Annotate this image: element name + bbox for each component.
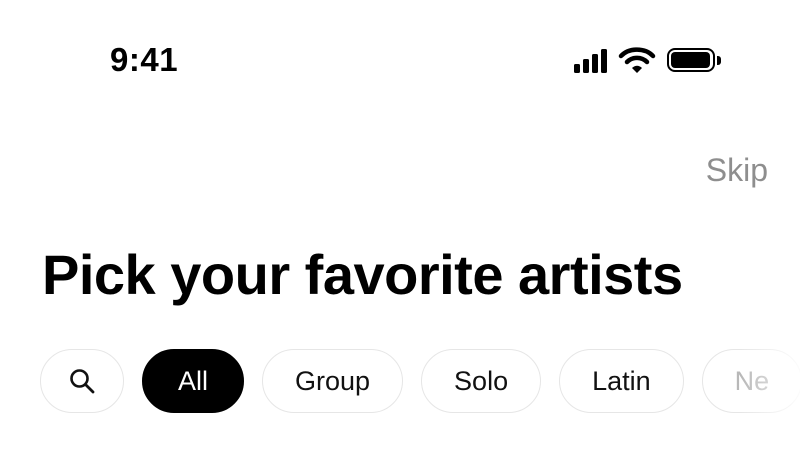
filter-chip-solo[interactable]: Solo [421,349,542,413]
filter-chip-partial[interactable]: Ne [701,349,800,413]
search-icon [70,369,95,394]
battery-level-fill [671,52,710,68]
screen: 9:41 Skip Pick your favorite artists All… [0,0,800,450]
battery-icon [667,48,715,72]
skip-button[interactable]: Skip [706,150,768,190]
battery-cap [717,55,721,65]
status-icons [574,44,721,76]
cellular-signal-icon [574,47,607,73]
search-button[interactable] [40,349,124,413]
filter-chip-all[interactable]: All [142,349,244,413]
status-time: 9:41 [110,41,179,78]
filter-chip-group[interactable]: Group [262,349,404,413]
filter-chip-latin[interactable]: Latin [559,349,684,413]
filter-chip-row: All Group Solo Latin Ne [40,348,800,414]
page-title: Pick your favorite artists [42,243,683,306]
wifi-icon [618,47,656,73]
